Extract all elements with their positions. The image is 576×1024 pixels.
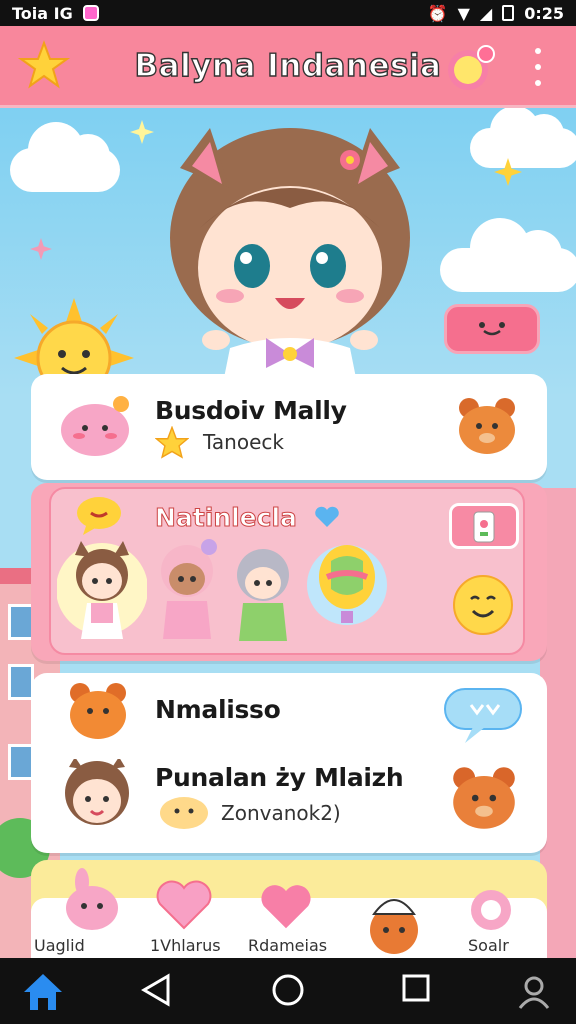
carrier-label: Toia IG xyxy=(12,3,73,23)
bear-icon xyxy=(70,683,126,739)
home-circle-icon[interactable] xyxy=(270,972,306,1008)
item-title: Busdoiv Mally xyxy=(155,396,347,425)
item-title: Punalan ży Mlaizh xyxy=(155,763,404,792)
heart-icon[interactable] xyxy=(154,876,214,932)
star-icon xyxy=(155,426,189,459)
app-header: Balyna Indanesia xyxy=(0,26,576,108)
chat-bubble-icon[interactable] xyxy=(443,687,523,745)
bear-icon xyxy=(453,767,515,829)
sparkle-icon xyxy=(30,238,52,260)
back-icon[interactable] xyxy=(140,972,172,1008)
alarm-icon: ⏰ xyxy=(427,3,448,23)
item-title: Nmalisso xyxy=(155,695,281,724)
heart-icon[interactable] xyxy=(444,40,498,94)
status-bar: Toia IG ⏰ ▼ ◢ 0:25 xyxy=(0,0,576,26)
smile-icon xyxy=(453,575,513,635)
smile-badge[interactable] xyxy=(444,304,540,354)
settings-icon[interactable] xyxy=(466,888,516,932)
signal-icon: ◢ xyxy=(479,3,493,23)
item-title: Natinlecla xyxy=(155,503,298,533)
kebab-menu-icon[interactable] xyxy=(528,48,548,86)
ghost-icon[interactable] xyxy=(366,886,422,956)
pink-bunny-icon[interactable] xyxy=(62,868,122,932)
coupon-button[interactable] xyxy=(449,503,519,549)
smile-icon xyxy=(479,322,505,336)
item-subtitle: Zonvanok2) xyxy=(221,801,341,825)
app-title: Balyna Indanesia xyxy=(134,47,442,84)
system-navigation-bar xyxy=(0,958,576,1024)
star-icon xyxy=(494,158,522,186)
user-icon[interactable] xyxy=(514,972,554,1012)
tab-label[interactable]: Rdameias xyxy=(248,936,327,955)
pink-creature-icon xyxy=(61,396,129,456)
recents-icon[interactable] xyxy=(400,972,432,1004)
ticket-icon xyxy=(473,511,495,543)
tab-label[interactable]: 1Vhlarus xyxy=(150,936,221,955)
character-avatar[interactable] xyxy=(227,545,299,649)
chick-icon xyxy=(160,797,208,829)
list-item[interactable]: Busdoiv Mally Tanoeck xyxy=(31,374,547,480)
clock: 0:25 xyxy=(524,3,564,23)
tab-label[interactable]: Soalr xyxy=(468,936,509,955)
character-illustration xyxy=(170,128,410,398)
heart-icon[interactable] xyxy=(258,880,314,932)
chat-bubble-icon xyxy=(77,497,121,535)
home-icon[interactable] xyxy=(22,972,64,1012)
battery-icon xyxy=(502,5,515,21)
hero-banner xyxy=(0,108,576,398)
character-avatar[interactable] xyxy=(151,539,223,649)
list-item[interactable]: Nmalisso Punalan ży Mlaizh Zonvanok2) xyxy=(31,673,547,853)
star-icon[interactable] xyxy=(18,40,70,92)
bear-icon xyxy=(459,398,515,454)
tab-label[interactable]: Uaglid xyxy=(34,936,85,955)
heart-icon xyxy=(315,506,339,527)
item-subtitle: Tanoeck xyxy=(203,430,284,454)
character-avatar xyxy=(65,759,129,825)
character-avatar[interactable] xyxy=(57,539,147,649)
notification-icon xyxy=(82,5,99,21)
wifi-icon: ▼ xyxy=(457,3,470,23)
featured-card[interactable]: Natinlecla xyxy=(31,483,547,661)
balloon-icon xyxy=(307,545,387,625)
